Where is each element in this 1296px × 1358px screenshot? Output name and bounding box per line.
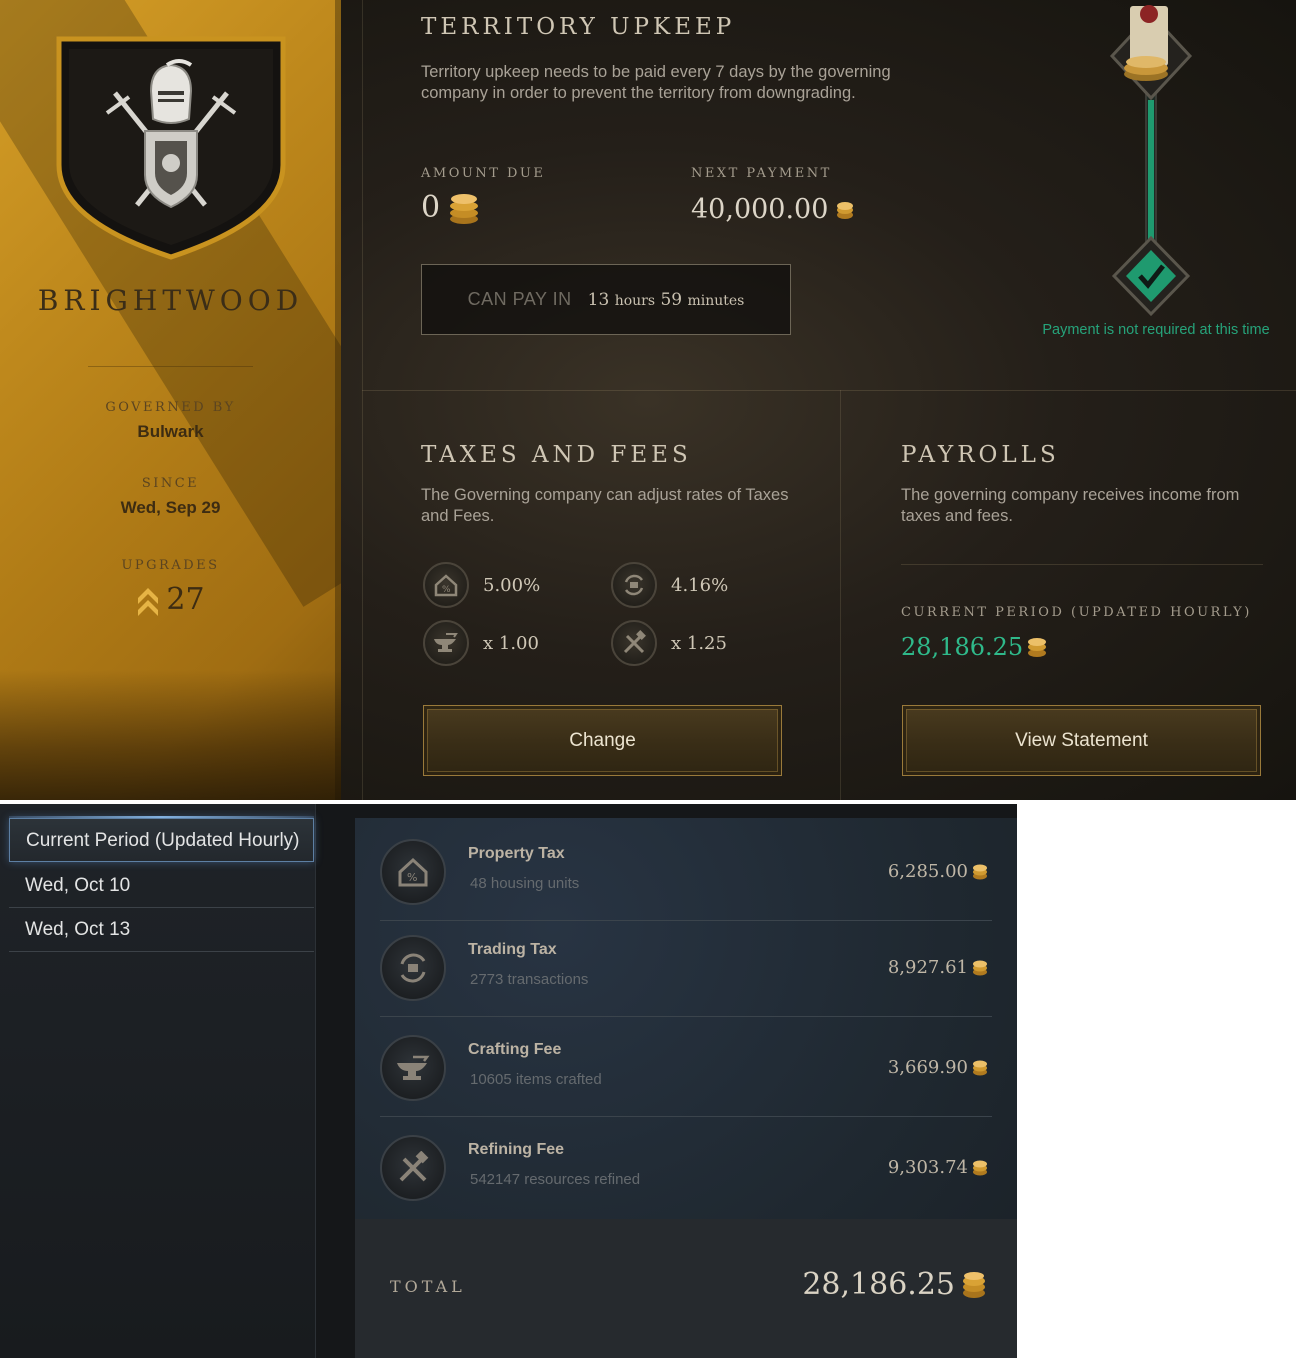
upgrades-label: UPGRADES [121, 558, 220, 573]
statement-item-amount: 8,927.61 [888, 957, 988, 978]
statement-amount-value: 6,285.00 [887, 861, 968, 882]
statement-total: TOTAL 28,186.25 [355, 1219, 1017, 1358]
countdown-minutes-unit: minutes [687, 292, 745, 309]
amount-due-value: 0 [421, 190, 441, 225]
tools-icon [380, 1135, 446, 1201]
statement-item-name: Crafting Fee [468, 1041, 562, 1058]
statement-row-trading-tax: Trading Tax 2773 transactions 8,927.61 [380, 921, 992, 1017]
statement-item-amount: 6,285.00 [888, 861, 988, 882]
can-pay-label: CAN PAY IN [467, 289, 572, 309]
coin-stack-icon [963, 1271, 985, 1298]
pay-countdown-button[interactable]: CAN PAY IN 13 hours 59 minutes [421, 264, 791, 335]
next-payment-value: 40,000.00 [691, 194, 829, 225]
upgrades-count: 27 [0, 582, 341, 617]
trade-cycle-icon [380, 935, 446, 1001]
coin-icon [973, 960, 987, 975]
current-period-value: 28,186.25 [901, 633, 1024, 661]
countdown-hours: 13 [587, 289, 610, 310]
tools-icon [611, 620, 657, 666]
upkeep-scroll-icon [1109, 5, 1193, 101]
statement-amount-value: 8,927.61 [887, 957, 968, 978]
coin-icon [973, 1060, 987, 1075]
refining-fee-value: x 1.25 [671, 632, 727, 654]
svg-text:%: % [407, 871, 417, 884]
territory-sidebar: BRIGHTWOOD GOVERNED BY Bulwark SINCE Wed… [0, 0, 341, 800]
territory-name: BRIGHTWOOD [37, 284, 304, 317]
statement-item-name: Property Tax [468, 845, 565, 862]
governed-by-label: GOVERNED BY [105, 400, 236, 415]
statement-item-detail: 10605 items crafted [470, 1071, 602, 1088]
crafting-fee-value: x 1.00 [483, 632, 539, 654]
statement-item-amount: 9,303.74 [888, 1157, 988, 1178]
upkeep-title: TERRITORY UPKEEP [421, 14, 736, 40]
trading-tax-value: 4.16% [671, 574, 729, 596]
upkeep-description: Territory upkeep needs to be paid every … [421, 63, 891, 102]
coin-icon [1028, 638, 1047, 657]
amount-due-label: AMOUNT DUE [421, 166, 546, 181]
change-button[interactable]: Change [423, 705, 782, 776]
upgrade-chevrons-icon [138, 587, 159, 616]
refining-fee-rate: x 1.25 [611, 620, 727, 666]
statement-row-refining-fee: Refining Fee 542147 resources refined 9,… [380, 1121, 992, 1217]
company-crest-icon [56, 36, 286, 260]
svg-text:%: % [442, 585, 451, 595]
checkmark-icon [1111, 235, 1191, 317]
countdown-minutes: 59 [660, 289, 683, 310]
payrolls-title: PAYROLLS [901, 442, 1060, 468]
statement-item-amount: 3,669.90 [888, 1057, 988, 1078]
coin-icon [973, 864, 987, 879]
amount-due: 0 [421, 190, 480, 225]
crafting-fee-rate: x 1.00 [423, 620, 539, 666]
countdown-time: 13 hours 59 minutes [588, 290, 745, 310]
territory-details: TERRITORY UPKEEP Territory upkeep needs … [341, 0, 1296, 800]
since-label: SINCE [141, 476, 200, 491]
current-period-label: CURRENT PERIOD (UPDATED HOURLY) [901, 605, 1252, 620]
payment-progress-indicator [1109, 5, 1193, 317]
statement-row-property-tax: % Property Tax 48 housing units 6,285.00 [380, 825, 992, 921]
total-amount: 28,186.25 [802, 1267, 987, 1302]
total-label: TOTAL [390, 1277, 466, 1296]
view-statement-button[interactable]: View Statement [902, 705, 1261, 776]
since-date: Wed, Sep 29 [120, 498, 221, 517]
anvil-icon [380, 1035, 446, 1101]
period-item-oct-13[interactable]: Wed, Oct 13 [9, 908, 314, 952]
current-period-income: 28,186.25 [901, 633, 1047, 661]
property-tax-rate: % 5.00% [423, 562, 540, 608]
coin-stack-icon [450, 193, 479, 224]
trade-cycle-icon [611, 562, 657, 608]
house-icon: % [380, 839, 446, 905]
total-value: 28,186.25 [802, 1267, 955, 1302]
payroll-statement-panel: Current Period (Updated Hourly) Wed, Oct… [0, 804, 1017, 1358]
property-tax-value: 5.00% [483, 574, 541, 596]
period-item-current[interactable]: Current Period (Updated Hourly) [9, 816, 314, 862]
payrolls-description: The governing company receives income fr… [901, 486, 1240, 525]
governing-company: Bulwark [137, 422, 204, 441]
statement-row-crafting-fee: Crafting Fee 10605 items crafted 3,669.9… [380, 1021, 992, 1117]
trading-tax-rate: 4.16% [611, 562, 728, 608]
statement-item-name: Refining Fee [468, 1141, 565, 1158]
coin-icon [973, 1160, 987, 1175]
statement-item-detail: 48 housing units [470, 875, 580, 892]
taxes-title: TAXES AND FEES [421, 442, 692, 468]
countdown-hours-unit: hours [614, 292, 656, 309]
statement-amount-value: 3,669.90 [887, 1057, 968, 1078]
next-payment: 40,000.00 [691, 194, 854, 225]
upgrades-value: 27 [166, 582, 205, 617]
taxes-description: The Governing company can adjust rates o… [421, 486, 789, 525]
statement-breakdown: % Property Tax 48 housing units 6,285.00… [355, 818, 1017, 1358]
house-icon: % [423, 562, 469, 608]
statement-amount-value: 9,303.74 [887, 1157, 968, 1178]
statement-item-name: Trading Tax [468, 941, 557, 958]
next-payment-label: NEXT PAYMENT [691, 166, 832, 181]
statement-item-detail: 542147 resources refined [470, 1171, 641, 1188]
payment-status-note: Payment is not required at this time [1042, 322, 1270, 338]
statement-item-detail: 2773 transactions [470, 971, 589, 988]
territory-panel: BRIGHTWOOD GOVERNED BY Bulwark SINCE Wed… [0, 0, 1296, 800]
anvil-icon [423, 620, 469, 666]
coin-icon [837, 201, 854, 219]
sidebar-divider [88, 366, 253, 367]
period-item-oct-10[interactable]: Wed, Oct 10 [9, 864, 314, 908]
period-list: Current Period (Updated Hourly) Wed, Oct… [0, 804, 316, 1358]
